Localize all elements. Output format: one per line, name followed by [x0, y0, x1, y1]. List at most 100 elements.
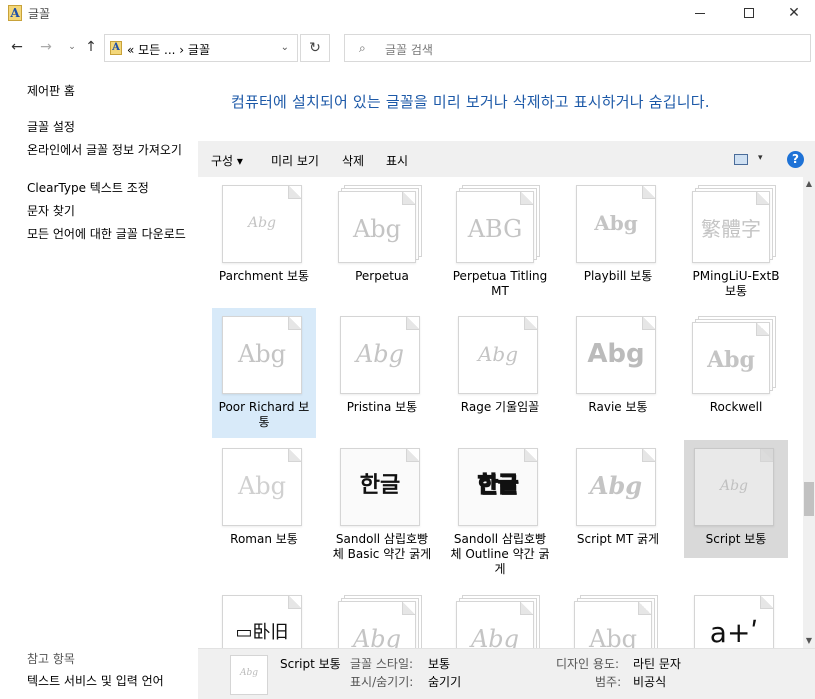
font-glyph: a+ʹ	[709, 616, 759, 648]
visibility-label: 표시/숨기기:	[350, 675, 414, 689]
sidebar-link-find-character[interactable]: 문자 찾기	[27, 204, 192, 218]
category-value: 비공식	[633, 675, 667, 689]
font-tile[interactable]: Abg	[566, 587, 670, 648]
vertical-scrollbar[interactable]: ▲ ▼	[803, 177, 815, 648]
font-tile[interactable]: Abg Perpetua	[330, 177, 434, 307]
font-tile[interactable]: 繁體字 PMingLiU-ExtB 보통	[684, 177, 788, 307]
font-glyph: Abg	[237, 340, 287, 368]
font-glyph: 한글	[477, 472, 519, 499]
search-input[interactable]: ⌕ 글꼴 검색	[344, 34, 811, 62]
font-name: Script MT 굵게	[576, 532, 660, 546]
preview-button[interactable]: 미리 보기	[271, 152, 319, 169]
font-name: Rage 기울임꼴	[460, 400, 540, 414]
font-name: Poor Richard 보통	[218, 400, 310, 429]
scroll-thumb[interactable]	[804, 482, 814, 516]
font-name: Sandoll 삼립호빵체 Basic 약간 굵게	[332, 532, 432, 561]
font-preview: ABG	[456, 185, 540, 263]
delete-button[interactable]: 삭제	[342, 152, 364, 169]
font-tile[interactable]: Abg	[448, 587, 552, 648]
thumbnail-glyph: Abg	[239, 668, 259, 678]
refresh-button[interactable]: ↻	[300, 34, 330, 62]
address-dropdown-icon[interactable]: ⌄	[281, 42, 289, 53]
maximize-icon	[744, 8, 754, 18]
view-dropdown-icon[interactable]: ▾	[758, 153, 763, 163]
scroll-down-icon[interactable]: ▼	[803, 634, 815, 648]
see-also-heading: 참고 항목	[27, 652, 75, 666]
minimize-icon	[695, 12, 705, 14]
font-tile[interactable]: Abg	[330, 587, 434, 648]
font-tile[interactable]: Abg Playbill 보통	[566, 177, 670, 307]
font-preview: Abg	[338, 185, 422, 263]
visibility-value: 숨기기	[428, 675, 462, 689]
font-glyph: 繁體字	[701, 217, 761, 241]
sidebar-link-font-settings[interactable]: 글꼴 설정	[27, 120, 192, 134]
font-preview: Abg	[338, 316, 422, 394]
font-glyph: ▭卧旧	[235, 622, 289, 643]
sidebar-link-download-fonts[interactable]: 모든 언어에 대한 글꼴 다운로드	[27, 227, 192, 241]
font-tile[interactable]: Abg Script MT 굵게	[566, 440, 670, 558]
sidebar-link-cleartype[interactable]: ClearType 텍스트 조정	[27, 181, 192, 195]
minimize-button[interactable]	[677, 0, 723, 26]
search-icon: ⌕	[359, 41, 366, 55]
view-options-icon[interactable]	[734, 154, 748, 165]
font-tile[interactable]: ABG Perpetua Titling MT	[448, 177, 552, 307]
font-style-label: 글꼴 스타일:	[350, 657, 414, 671]
sidebar-link-get-font-info-online[interactable]: 온라인에서 글꼴 정보 가져오기	[27, 143, 192, 157]
help-icon[interactable]: ?	[787, 151, 804, 168]
font-glyph: Abg	[352, 625, 402, 648]
font-tile[interactable]: ▭卧旧	[212, 587, 316, 648]
font-name: Perpetua	[355, 269, 409, 283]
font-tile-selected[interactable]: Abg Poor Richard 보통	[212, 308, 316, 438]
back-button[interactable]: ←	[8, 38, 26, 56]
font-glyph: Abg	[707, 347, 755, 373]
navigation-bar: ← → ⌄ ↑ A « 모든 ... › 글꼴 ⌄ ↻ ⌕ 글꼴 검색	[0, 30, 815, 64]
font-glyph: Abg	[587, 339, 645, 369]
show-button[interactable]: 표시	[386, 152, 408, 169]
font-tile[interactable]: Abg Pristina 보통	[330, 308, 434, 438]
address-bar[interactable]: A « 모든 ... › 글꼴 ⌄	[104, 34, 298, 62]
font-preview: Abg	[574, 316, 658, 394]
font-preview: Abg	[220, 185, 304, 263]
font-preview: Abg	[574, 448, 658, 526]
font-name: Rockwell	[709, 400, 763, 414]
sidebar-link-control-panel-home[interactable]: 제어판 홈	[27, 84, 192, 98]
font-name: PMingLiU-ExtB 보통	[692, 269, 780, 298]
font-tile[interactable]: Abg Rage 기울임꼴	[448, 308, 552, 438]
font-glyph: Abg	[470, 625, 520, 648]
font-folder-icon: A	[110, 41, 122, 55]
forward-button[interactable]: →	[37, 38, 55, 56]
design-for-value: 라틴 문자	[633, 657, 681, 671]
font-preview: ▭卧旧	[220, 595, 304, 648]
font-tile-selected[interactable]: Abg Script 보통	[684, 440, 788, 558]
font-preview: 한글	[456, 448, 540, 526]
font-preview: Abg	[692, 316, 776, 394]
font-preview: Abg	[338, 595, 422, 648]
font-name: Ravie 보통	[588, 400, 648, 414]
font-tile[interactable]: a+ʹ	[684, 587, 788, 648]
font-tile[interactable]: Abg Rockwell	[684, 308, 788, 438]
font-tile[interactable]: 한글 Sandoll 삼립호빵체 Basic 약간 굵게	[330, 440, 434, 580]
up-button[interactable]: ↑	[82, 38, 100, 56]
font-glyph: 한글	[359, 473, 401, 498]
see-also-link-text-services[interactable]: 텍스트 서비스 및 입력 언어	[27, 672, 164, 689]
font-preview: 繁體字	[692, 185, 776, 263]
organize-button[interactable]: 구성 ▾	[211, 152, 243, 169]
breadcrumb[interactable]: « 모든 ... › 글꼴	[127, 41, 210, 58]
close-button[interactable]: ✕	[771, 0, 815, 26]
page-headline: 컴퓨터에 설치되어 있는 글꼴을 미리 보거나 삭제하고 표시하거나 숨깁니다.	[231, 93, 710, 111]
font-tile[interactable]: Abg Ravie 보통	[566, 308, 670, 438]
maximize-button[interactable]	[726, 0, 772, 26]
font-tile[interactable]: 한글 Sandoll 삼립호빵체 Outline 약간 굵게	[448, 440, 552, 580]
recent-locations-button[interactable]: ⌄	[63, 38, 81, 56]
font-preview: Abg	[574, 185, 658, 263]
font-style-value: 보통	[428, 657, 451, 671]
font-glyph: Abg	[589, 471, 643, 500]
scroll-up-icon[interactable]: ▲	[803, 177, 815, 191]
font-tile[interactable]: Abg Roman 보통	[212, 440, 316, 558]
category-label: 범주:	[595, 675, 622, 689]
design-for-label: 디자인 용도:	[556, 657, 620, 671]
font-tile[interactable]: Abg Parchment 보통	[212, 177, 316, 307]
left-pane: 제어판 홈 글꼴 설정 온라인에서 글꼴 정보 가져오기 ClearType 텍…	[0, 64, 198, 699]
font-name: Parchment 보통	[218, 269, 310, 283]
font-preview: 한글	[338, 448, 422, 526]
